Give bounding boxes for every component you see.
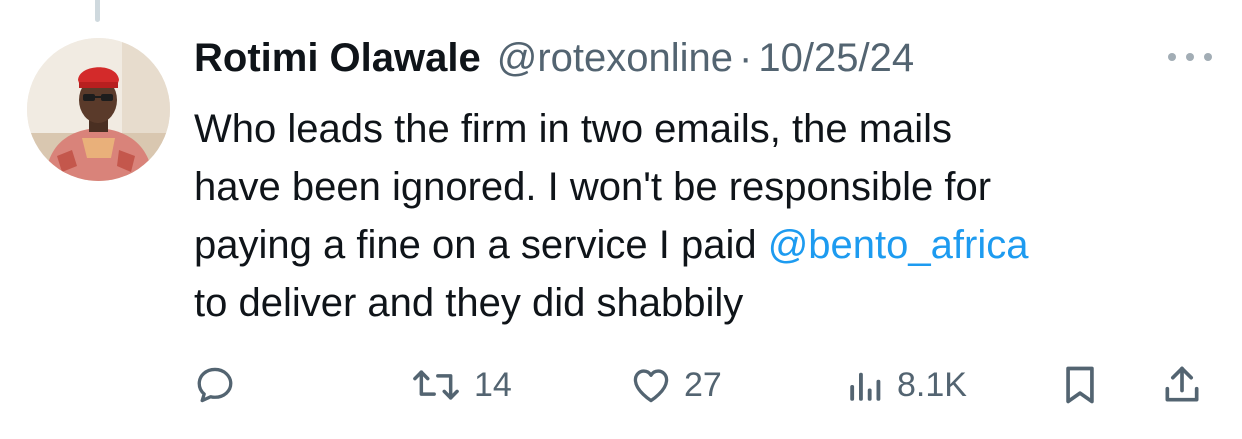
views-count: 8.1K: [897, 365, 967, 404]
tweet-header: Rotimi Olawale @rotexonline · 10/25/24: [194, 36, 914, 88]
bookmark-icon: [1066, 366, 1094, 404]
retweet-button[interactable]: 14: [408, 355, 512, 415]
tweet-text-line: paying a fine on a service I paid @bento…: [194, 216, 1204, 274]
more-options-icon[interactable]: [1168, 47, 1212, 67]
thread-connector-line: [95, 0, 100, 22]
views-button[interactable]: 8.1K: [845, 355, 967, 415]
text-segment: to deliver and they did shabbily: [194, 281, 744, 325]
tweet-text-line: Who leads the firm in two emails, the ma…: [194, 100, 1204, 158]
avatar-image: [27, 38, 170, 181]
reply-button[interactable]: [193, 355, 247, 415]
author-name[interactable]: Rotimi Olawale: [194, 36, 481, 81]
tweet-text-line: to deliver and they did shabbily: [194, 274, 1204, 332]
retweet-count: 14: [474, 365, 512, 404]
views-icon: [850, 372, 881, 401]
like-count: 27: [684, 365, 722, 404]
text-segment: Who leads the firm in two emails, the ma…: [194, 107, 953, 151]
bookmark-button[interactable]: [1058, 355, 1102, 415]
reply-icon: [197, 367, 233, 403]
tweet-date[interactable]: 10/25/24: [758, 36, 914, 81]
heart-icon: [633, 369, 669, 403]
avatar[interactable]: [27, 38, 170, 181]
author-handle[interactable]: @rotexonline: [497, 36, 733, 81]
tweet-text: Who leads the firm in two emails, the ma…: [194, 100, 1204, 332]
share-button[interactable]: [1160, 355, 1204, 415]
tweet-text-line: have been ignored. I won't be responsibl…: [194, 158, 1204, 216]
retweet-icon: [413, 370, 459, 400]
text-segment: paying a fine on a service I paid: [194, 223, 768, 267]
separator-dot: ·: [739, 36, 753, 80]
mention-link[interactable]: @bento_africa: [768, 223, 1029, 267]
share-icon: [1165, 366, 1199, 402]
like-button[interactable]: 27: [628, 355, 722, 415]
tweet-actions-bar: 14 27 8.1K: [0, 355, 1242, 415]
text-segment: have been ignored. I won't be responsibl…: [194, 165, 992, 209]
